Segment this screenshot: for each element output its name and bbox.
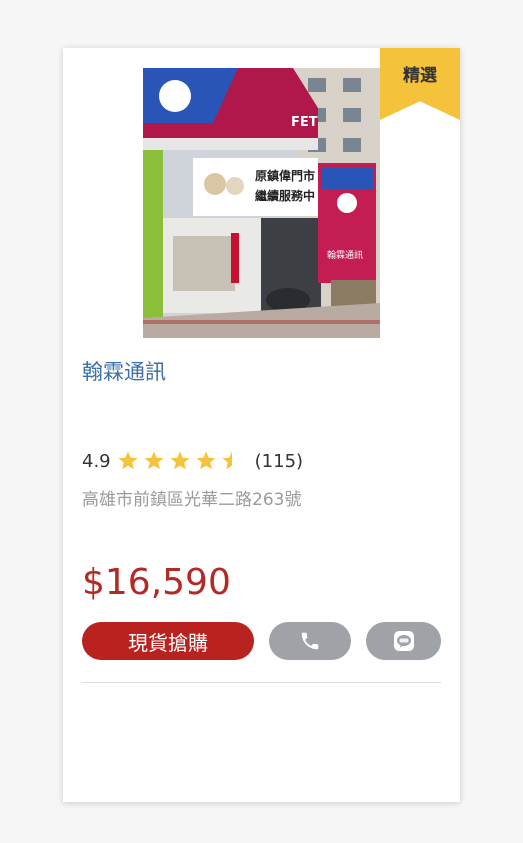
banner-line-2: 繼續服務中 — [255, 188, 315, 203]
rating-stars — [117, 450, 247, 472]
line-contact-button[interactable] — [366, 622, 441, 660]
divider — [82, 682, 441, 683]
call-button[interactable] — [269, 622, 351, 660]
star-icon — [118, 451, 138, 470]
buy-now-button[interactable]: 現貨搶購 — [82, 622, 254, 660]
star-icon — [196, 451, 216, 470]
buy-now-label: 現貨搶購 — [128, 630, 208, 655]
rating-row: 4.9 (115) — [82, 449, 303, 473]
star-half-icon — [222, 451, 232, 470]
banner-line-1: 原鎮偉門市 — [255, 168, 315, 183]
product-card: FET 原鎮偉門市 繼續服務中 翰霖通訊 精選 翰霖通訊 4.9 (115) 高… — [63, 48, 460, 802]
star-icon — [144, 451, 164, 470]
review-count: (115) — [254, 450, 304, 472]
phone-icon — [301, 632, 319, 650]
star-icon — [170, 451, 190, 470]
rating-score: 4.9 — [82, 450, 111, 472]
store-photo[interactable]: FET 原鎮偉門市 繼續服務中 翰霖通訊 — [143, 68, 380, 338]
price: $16,590 — [82, 562, 231, 603]
pylon-text: 翰霖通訊 — [327, 249, 363, 261]
fet-logo-text: FET — [291, 115, 318, 130]
store-name-link[interactable]: 翰霖通訊 — [82, 356, 166, 386]
featured-badge: 精選 — [380, 48, 460, 120]
store-address: 高雄市前鎮區光華二路263號 — [82, 490, 302, 510]
line-icon — [393, 631, 414, 651]
